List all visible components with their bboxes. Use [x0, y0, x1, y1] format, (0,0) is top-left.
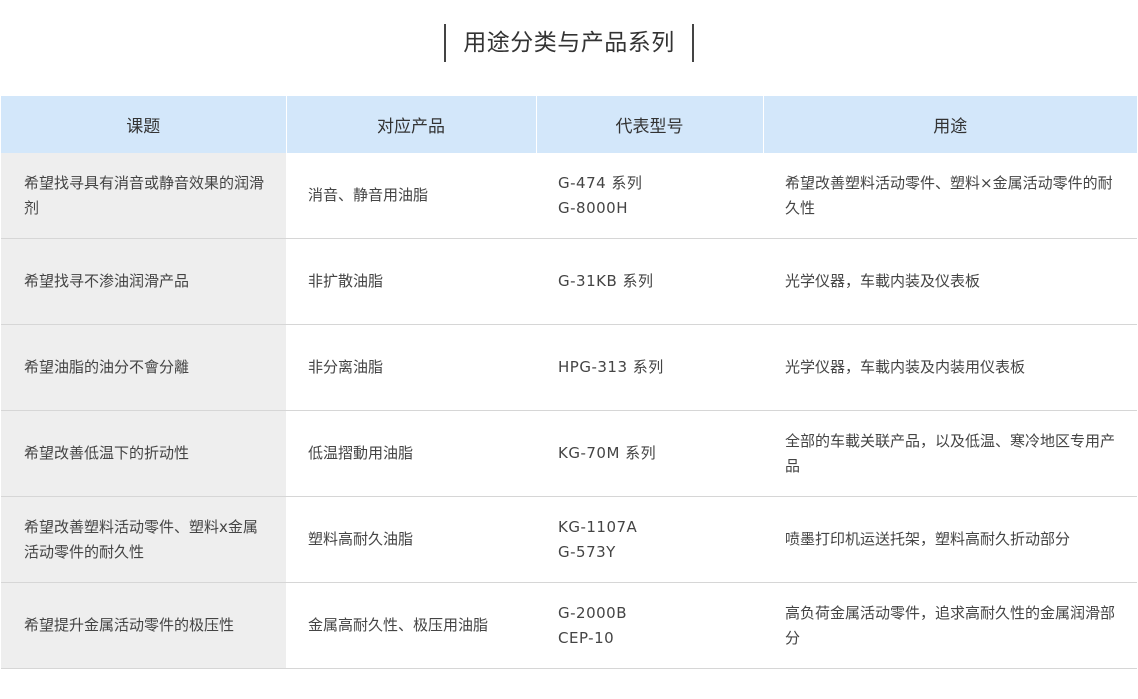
usage-cell: 希望改善塑料活动零件、塑料×金属活动零件的耐久性 [763, 153, 1137, 239]
product-cell: 非扩散油脂 [286, 238, 536, 325]
title-wrapper: 用途分类与产品系列 [0, 24, 1138, 62]
header-model: 代表型号 [536, 96, 764, 153]
product-cell: 消音、静音用油脂 [286, 153, 536, 239]
usage-cell: 喷墨打印机运送托架，塑料高耐久折动部分 [763, 496, 1137, 583]
product-cell: 塑料高耐久油脂 [286, 496, 536, 583]
model-cell: KG-1107A G-573Y [536, 496, 763, 583]
model-cell: G-474 系列 G-8000H [536, 153, 763, 239]
table-row: 希望油脂的油分不會分離 非分离油脂 HPG-313 系列 光学仪器，车載内装及内… [1, 324, 1137, 411]
issue-cell: 希望找寻不渗油润滑产品 [1, 238, 286, 325]
usage-cell: 光学仪器，车載内装及仪表板 [763, 238, 1137, 325]
model-code: G-8000H [558, 198, 628, 217]
table-row: 希望提升金属活动零件的极压性 金属高耐久性、极压用油脂 G-2000B CEP-… [1, 582, 1137, 669]
usage-cell: 全部的车載关联产品，以及低温、寒冷地区专用产品 [763, 410, 1137, 497]
model-cell: HPG-313 系列 [536, 324, 763, 411]
issue-cell: 希望找寻具有消音或静音效果的润滑剂 [1, 153, 286, 239]
page-title: 用途分类与产品系列 [444, 24, 694, 62]
model-code: HPG-313 系列 [558, 358, 664, 376]
model-code: KG-1107A [558, 517, 638, 536]
model-cell: KG-70M 系列 [536, 410, 763, 497]
issue-cell: 希望提升金属活动零件的极压性 [1, 582, 286, 669]
model-code: G-2000B [558, 603, 628, 622]
table-row: 希望找寻具有消音或静音效果的润滑剂 消音、静音用油脂 G-474 系列 G-80… [1, 153, 1137, 239]
model-code: CEP-10 [558, 628, 615, 647]
model-code: G-474 系列 [558, 173, 643, 192]
table-row: 希望改善塑料活动零件、塑料x金属活动零件的耐久性 塑料高耐久油脂 KG-1107… [1, 496, 1137, 583]
product-cell: 非分离油脂 [286, 324, 536, 411]
usage-cell: 高负荷金属活动零件，追求高耐久性的金属润滑部分 [763, 582, 1137, 669]
product-table: 课题 对应产品 代表型号 用途 希望找寻具有消音或静音效果的润滑剂 消音、静音用… [1, 96, 1137, 669]
issue-cell: 希望油脂的油分不會分離 [1, 324, 286, 411]
header-product: 对应产品 [286, 96, 537, 153]
table-row: 希望找寻不渗油润滑产品 非扩散油脂 G-31KB 系列 光学仪器，车載内装及仪表… [1, 238, 1137, 325]
issue-cell: 希望改善低温下的折动性 [1, 410, 286, 497]
model-cell: G-2000B CEP-10 [536, 582, 763, 669]
header-issue: 课题 [1, 96, 287, 153]
model-code: G-573Y [558, 542, 616, 561]
model-code: G-31KB 系列 [558, 272, 654, 290]
model-code: KG-70M 系列 [558, 444, 657, 462]
table-body: 希望找寻具有消音或静音效果的润滑剂 消音、静音用油脂 G-474 系列 G-80… [1, 153, 1137, 669]
product-cell: 金属高耐久性、极压用油脂 [286, 582, 536, 669]
model-cell: G-31KB 系列 [536, 238, 763, 325]
usage-cell: 光学仪器，车載内装及内装用仪表板 [763, 324, 1137, 411]
table-header: 课题 对应产品 代表型号 用途 [1, 96, 1137, 153]
product-cell: 低温摺動用油脂 [286, 410, 536, 497]
issue-cell: 希望改善塑料活动零件、塑料x金属活动零件的耐久性 [1, 496, 286, 583]
header-usage: 用途 [763, 96, 1137, 153]
header-row: 课题 对应产品 代表型号 用途 [1, 96, 1137, 153]
table-row: 希望改善低温下的折动性 低温摺動用油脂 KG-70M 系列 全部的车載关联产品，… [1, 410, 1137, 497]
